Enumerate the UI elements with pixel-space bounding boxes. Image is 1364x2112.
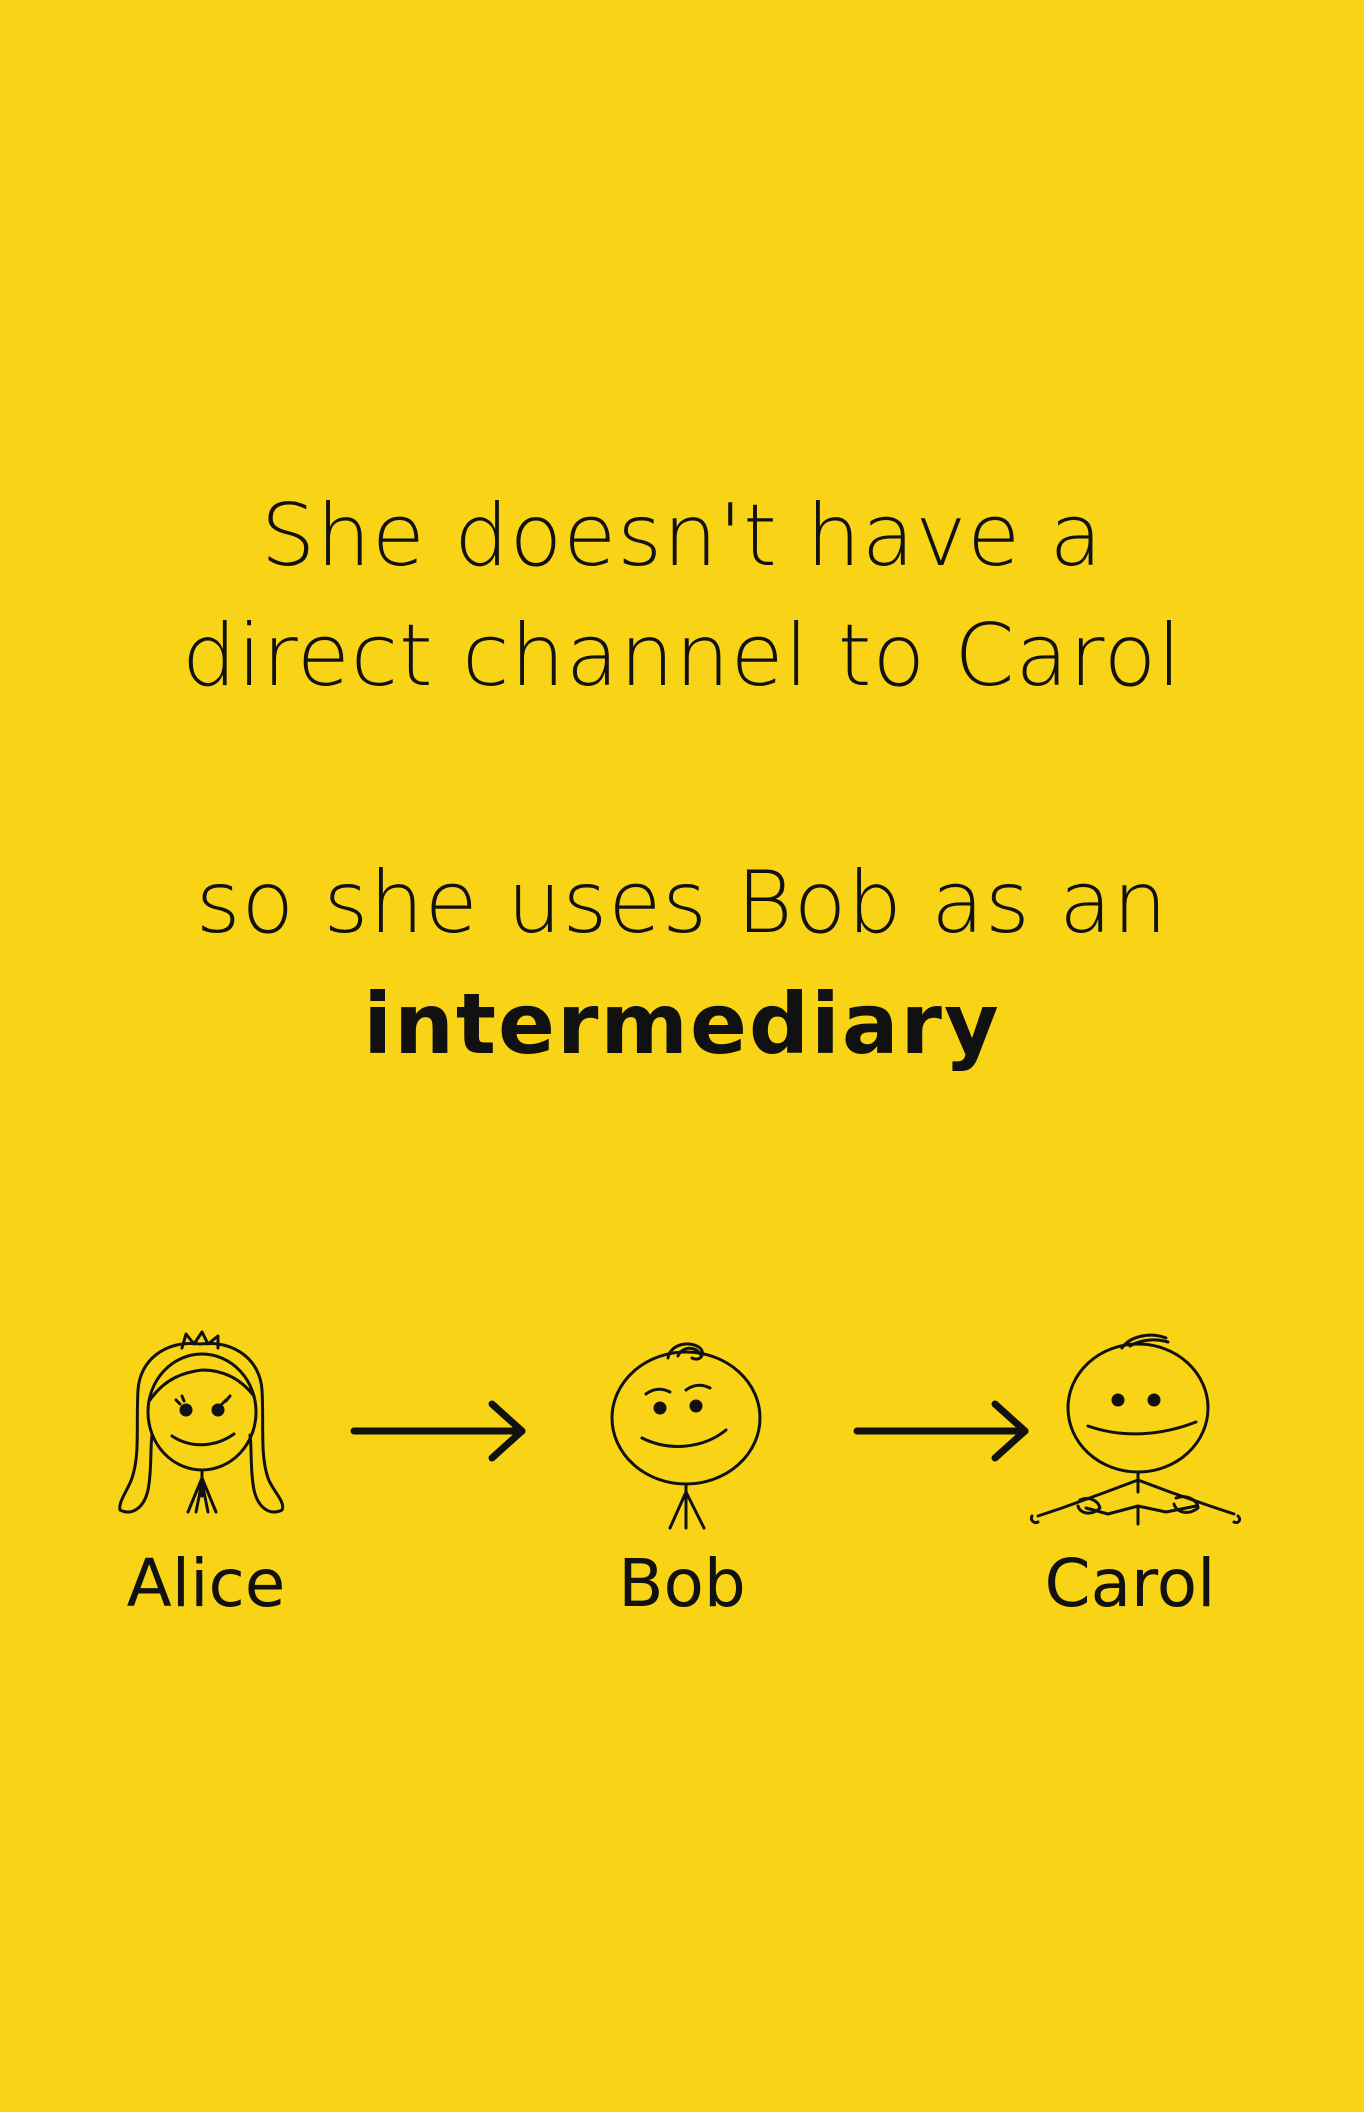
- caption-line-4-emphasis: intermediary: [363, 975, 1001, 1073]
- slide-canvas: She doesn't have a direct channel to Car…: [0, 0, 1364, 2112]
- stick-figure-girl-icon: [110, 1330, 300, 1530]
- caption-line-2: direct channel to Carol: [181, 606, 1183, 706]
- arrow-right-icon: [350, 1396, 530, 1470]
- label-bob: Bob: [618, 1545, 746, 1622]
- stick-figure-boy-icon: [600, 1336, 770, 1536]
- label-alice: Alice: [126, 1545, 286, 1622]
- caption-line-1: She doesn't have a: [260, 486, 1104, 586]
- label-carol: Carol: [1044, 1545, 1216, 1622]
- arrow-right-icon: [853, 1396, 1033, 1470]
- caption-line-3: so she uses Bob as an: [195, 853, 1169, 953]
- stick-figure-person-icon: [1026, 1330, 1246, 1530]
